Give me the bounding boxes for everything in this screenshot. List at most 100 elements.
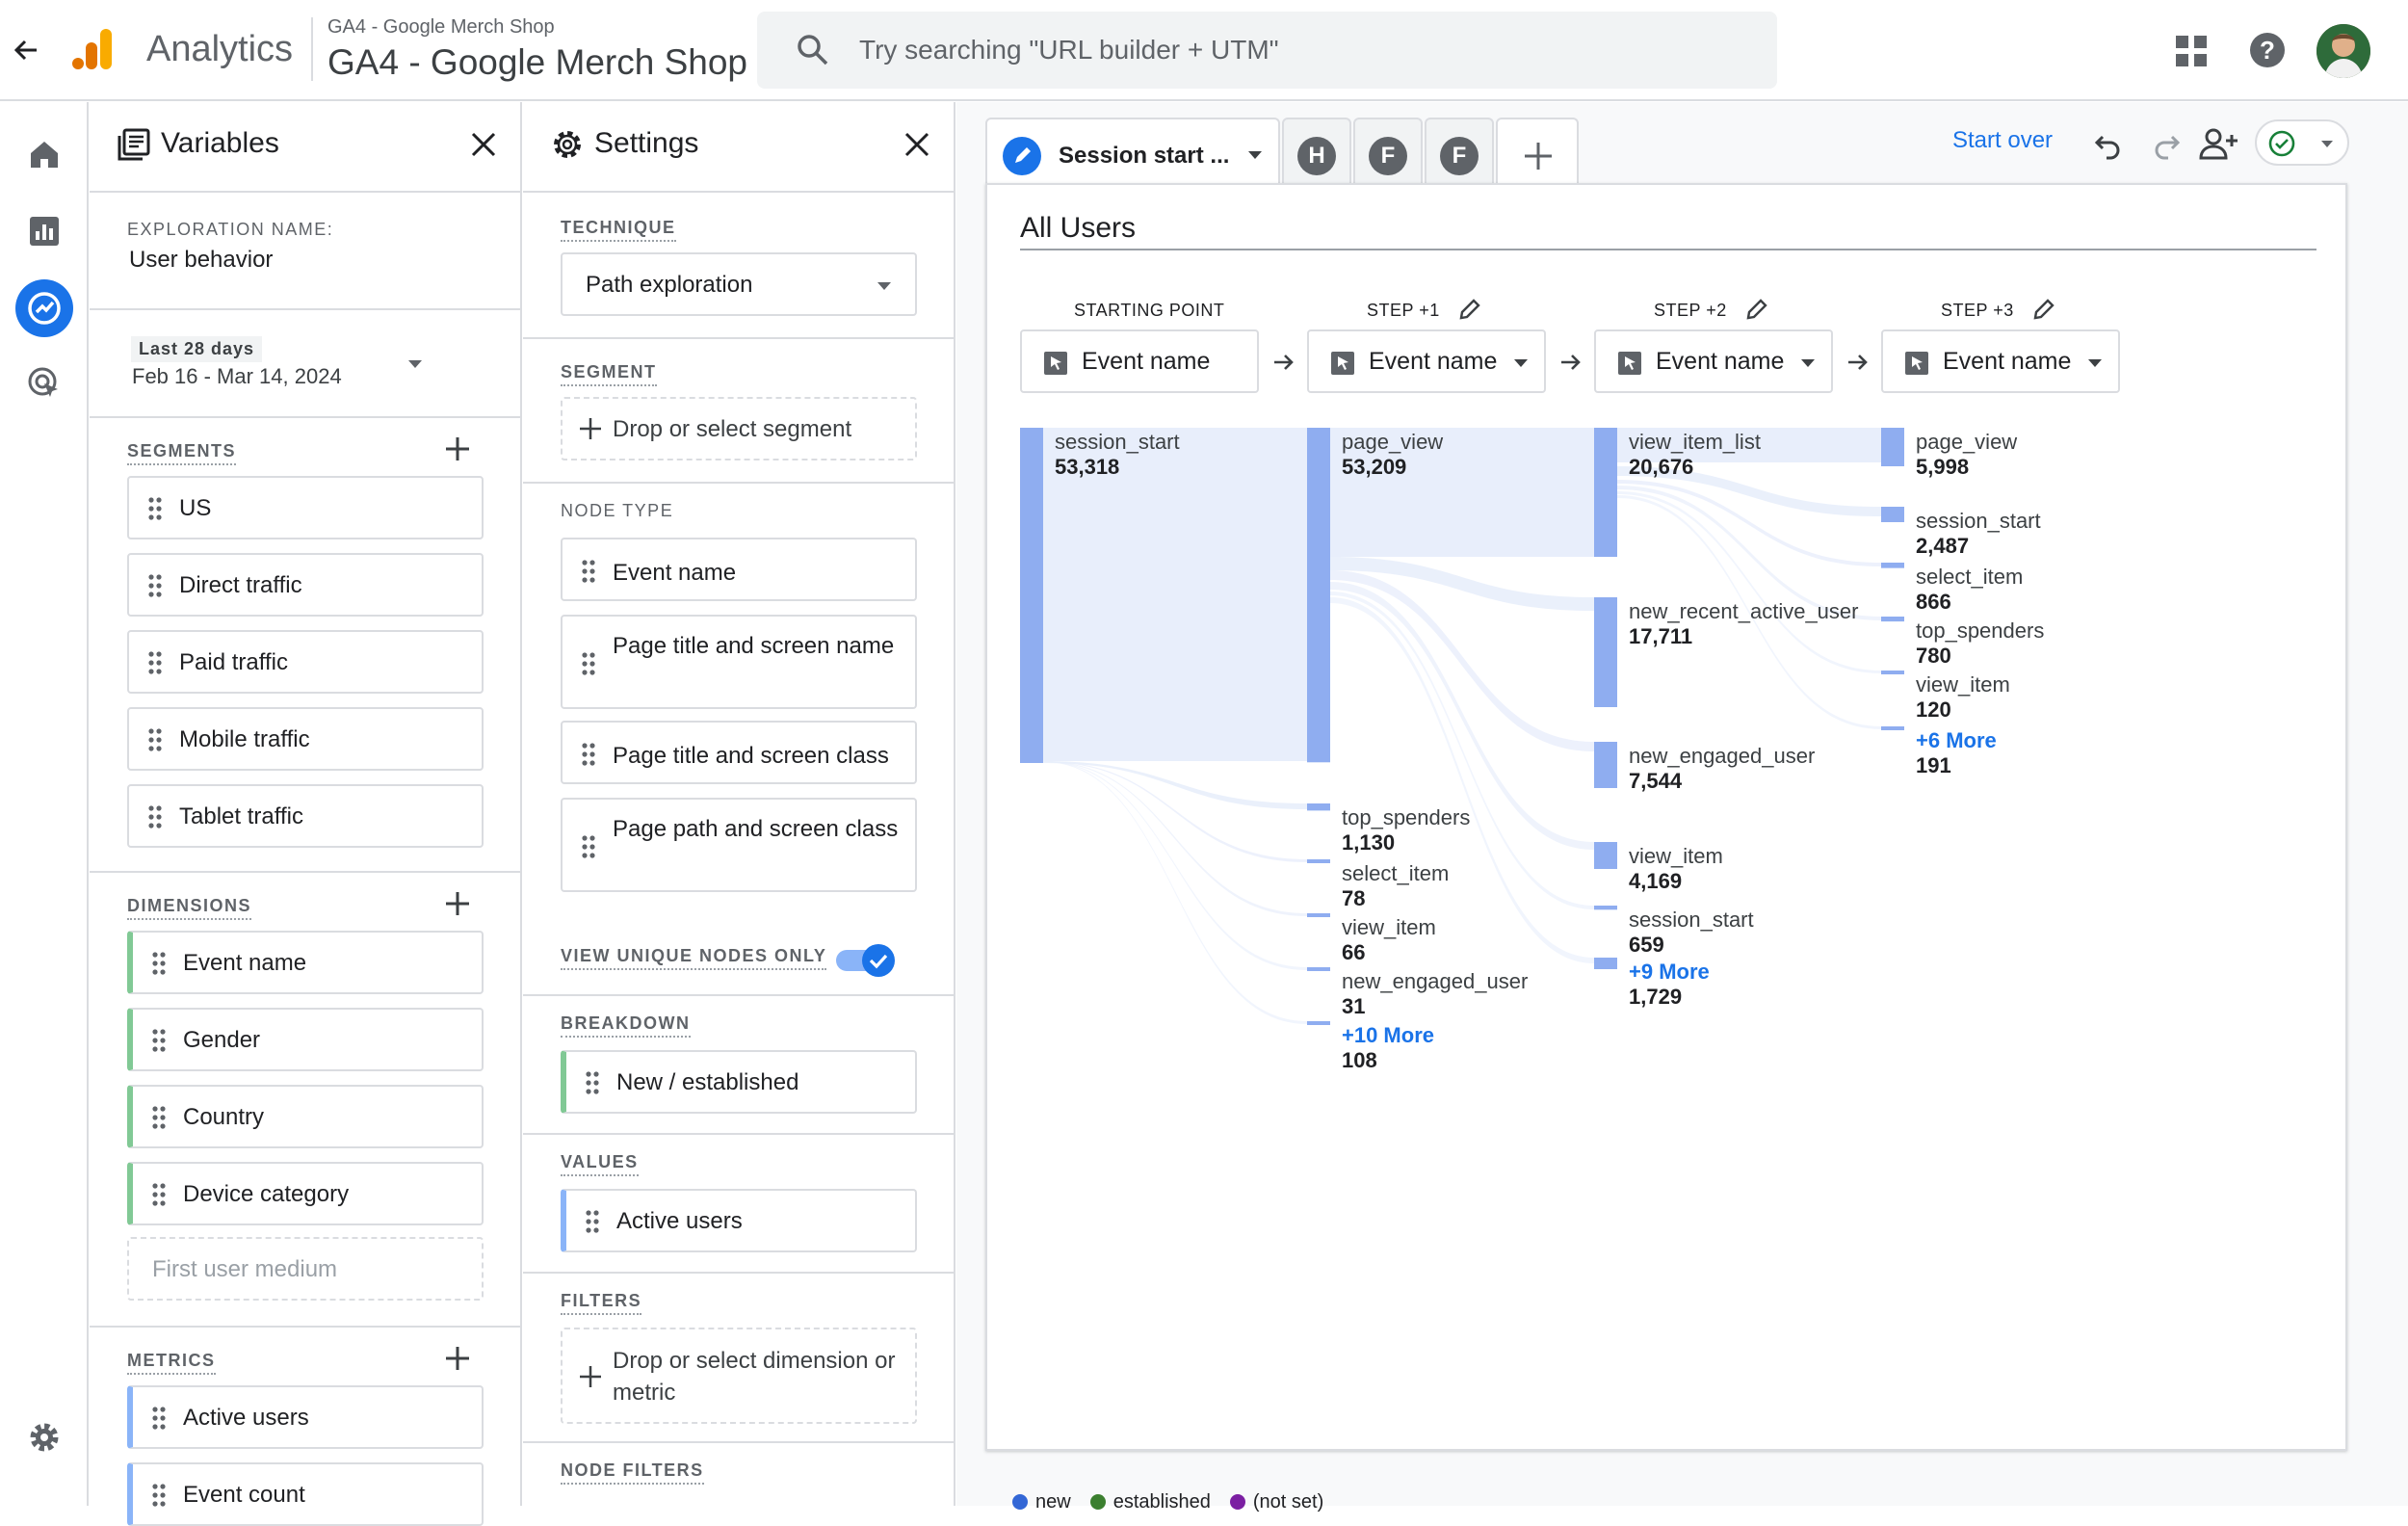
drag-handle-icon[interactable] xyxy=(148,574,162,597)
node-type-chip[interactable]: Page title and screen class xyxy=(561,721,917,784)
dimension-placeholder-slot[interactable]: First user medium xyxy=(127,1237,484,1301)
path-node-bar[interactable] xyxy=(1594,742,1617,788)
edit-pencil-icon[interactable] xyxy=(1003,137,1041,175)
back-arrow-icon[interactable] xyxy=(8,31,46,69)
segment-chip[interactable]: Tablet traffic xyxy=(127,784,484,848)
add-segment-plus-icon[interactable] xyxy=(444,435,471,462)
view-unique-toggle[interactable] xyxy=(834,942,898,981)
path-node-bar[interactable] xyxy=(1307,1021,1330,1025)
tab-session-start[interactable]: Session start ... xyxy=(985,118,1280,189)
tab-f-2[interactable]: F xyxy=(1425,118,1494,189)
path-node-bar[interactable] xyxy=(1594,906,1617,910)
path-node-bar[interactable] xyxy=(1020,428,1043,763)
node-type-select[interactable]: Event name xyxy=(1594,329,1833,393)
add-dimension-plus-icon[interactable] xyxy=(444,890,471,917)
search-input[interactable]: Try searching "URL builder + UTM" xyxy=(757,12,1777,89)
path-node-bar[interactable] xyxy=(1881,507,1904,522)
dimension-chip[interactable]: Gender xyxy=(127,1008,484,1071)
undo-icon[interactable] xyxy=(2093,129,2124,160)
more-nodes-link[interactable]: +9 More xyxy=(1629,960,1710,985)
filters-drop-zone[interactable]: Drop or select dimension or metric xyxy=(561,1328,917,1424)
drag-handle-icon[interactable] xyxy=(152,1484,166,1507)
segment-drop-zone[interactable]: Drop or select segment xyxy=(561,397,917,460)
segment-chip[interactable]: Mobile traffic xyxy=(127,707,484,771)
add-metric-plus-icon[interactable] xyxy=(444,1345,471,1372)
edit-step-pencil-icon[interactable] xyxy=(1744,297,1769,322)
path-node-bar[interactable] xyxy=(1307,803,1330,811)
date-range-dropdown-icon[interactable] xyxy=(407,359,423,369)
save-status-button[interactable] xyxy=(2255,119,2349,166)
node-type-select[interactable]: Event name xyxy=(1307,329,1546,393)
drag-handle-icon[interactable] xyxy=(582,652,595,675)
date-range-value[interactable]: Feb 16 - Mar 14, 2024 xyxy=(132,364,342,389)
exploration-name-field[interactable]: User behavior xyxy=(129,247,273,274)
drag-handle-icon[interactable] xyxy=(152,1183,166,1206)
chevron-down-icon[interactable] xyxy=(1247,150,1263,160)
node-type-chip[interactable]: Page title and screen name xyxy=(561,615,917,709)
path-node-bar[interactable] xyxy=(1881,726,1904,730)
close-icon[interactable] xyxy=(468,129,499,160)
drag-handle-icon[interactable] xyxy=(152,1029,166,1052)
path-node-bar[interactable] xyxy=(1881,428,1904,466)
share-users-icon[interactable] xyxy=(2199,127,2239,160)
path-node-bar[interactable] xyxy=(1307,913,1330,917)
path-node-bar[interactable] xyxy=(1594,842,1617,869)
tab-h[interactable]: H xyxy=(1282,118,1351,189)
path-node-bar[interactable] xyxy=(1594,428,1617,557)
account-name[interactable]: GA4 - Google Merch Shop xyxy=(327,16,555,39)
help-icon[interactable]: ? xyxy=(2249,32,2286,68)
segment-chip[interactable]: US xyxy=(127,476,484,539)
path-node-bar[interactable] xyxy=(1594,597,1617,707)
advertising-icon[interactable] xyxy=(25,364,64,403)
drag-handle-icon[interactable] xyxy=(148,651,162,674)
more-nodes-link[interactable]: +6 More xyxy=(1916,728,1997,753)
node-type-chip[interactable]: Event name xyxy=(561,538,917,601)
avatar[interactable] xyxy=(2316,24,2370,78)
drag-handle-icon[interactable] xyxy=(152,1407,166,1430)
start-over-button[interactable]: Start over xyxy=(1952,127,2053,154)
path-node-bar[interactable] xyxy=(1594,958,1617,969)
home-icon[interactable] xyxy=(25,135,64,173)
node-type-select[interactable]: Event name xyxy=(1020,329,1259,393)
drag-handle-icon[interactable] xyxy=(582,743,595,766)
path-flow[interactable] xyxy=(1043,761,1307,1024)
metric-chip[interactable]: Event count xyxy=(127,1462,484,1526)
property-selector[interactable]: GA4 - Google Merch Shop xyxy=(327,42,747,83)
drag-handle-icon[interactable] xyxy=(152,952,166,975)
values-chip[interactable]: Active users xyxy=(561,1189,917,1252)
drag-handle-icon[interactable] xyxy=(586,1071,599,1094)
more-nodes-link[interactable]: +10 More xyxy=(1342,1023,1434,1048)
dimension-chip[interactable]: Event name xyxy=(127,931,484,994)
close-icon[interactable] xyxy=(902,129,932,160)
apps-grid-icon[interactable] xyxy=(2175,35,2208,67)
drag-handle-icon[interactable] xyxy=(582,560,595,583)
add-tab-button[interactable] xyxy=(1496,118,1579,189)
reports-icon[interactable] xyxy=(25,212,64,250)
edit-step-pencil-icon[interactable] xyxy=(2031,297,2056,322)
redo-icon[interactable] xyxy=(2151,129,2182,160)
dimension-chip[interactable]: Device category xyxy=(127,1162,484,1225)
explore-icon[interactable] xyxy=(13,277,75,339)
drag-handle-icon[interactable] xyxy=(148,805,162,829)
drag-handle-icon[interactable] xyxy=(582,835,595,858)
path-node-bar[interactable] xyxy=(1307,428,1330,763)
drag-handle-icon[interactable] xyxy=(148,497,162,520)
tab-f-1[interactable]: F xyxy=(1353,118,1423,189)
path-flow[interactable] xyxy=(1043,761,1307,970)
path-node-bar[interactable] xyxy=(1307,967,1330,971)
analytics-logo-icon[interactable] xyxy=(69,25,118,73)
drag-handle-icon[interactable] xyxy=(152,1106,166,1129)
path-flow[interactable] xyxy=(1330,597,1594,963)
admin-gear-icon[interactable] xyxy=(25,1418,64,1457)
technique-select[interactable]: Path exploration xyxy=(561,252,917,316)
dimension-chip[interactable]: Country xyxy=(127,1085,484,1148)
path-node-bar[interactable] xyxy=(1881,671,1904,674)
path-node-bar[interactable] xyxy=(1881,617,1904,622)
path-node-bar[interactable] xyxy=(1881,563,1904,568)
segment-chip[interactable]: Paid traffic xyxy=(127,630,484,694)
drag-handle-icon[interactable] xyxy=(148,728,162,751)
drag-handle-icon[interactable] xyxy=(586,1210,599,1233)
metric-chip[interactable]: Active users xyxy=(127,1385,484,1449)
breakdown-chip[interactable]: New / established xyxy=(561,1050,917,1114)
node-type-chip[interactable]: Page path and screen class xyxy=(561,798,917,892)
